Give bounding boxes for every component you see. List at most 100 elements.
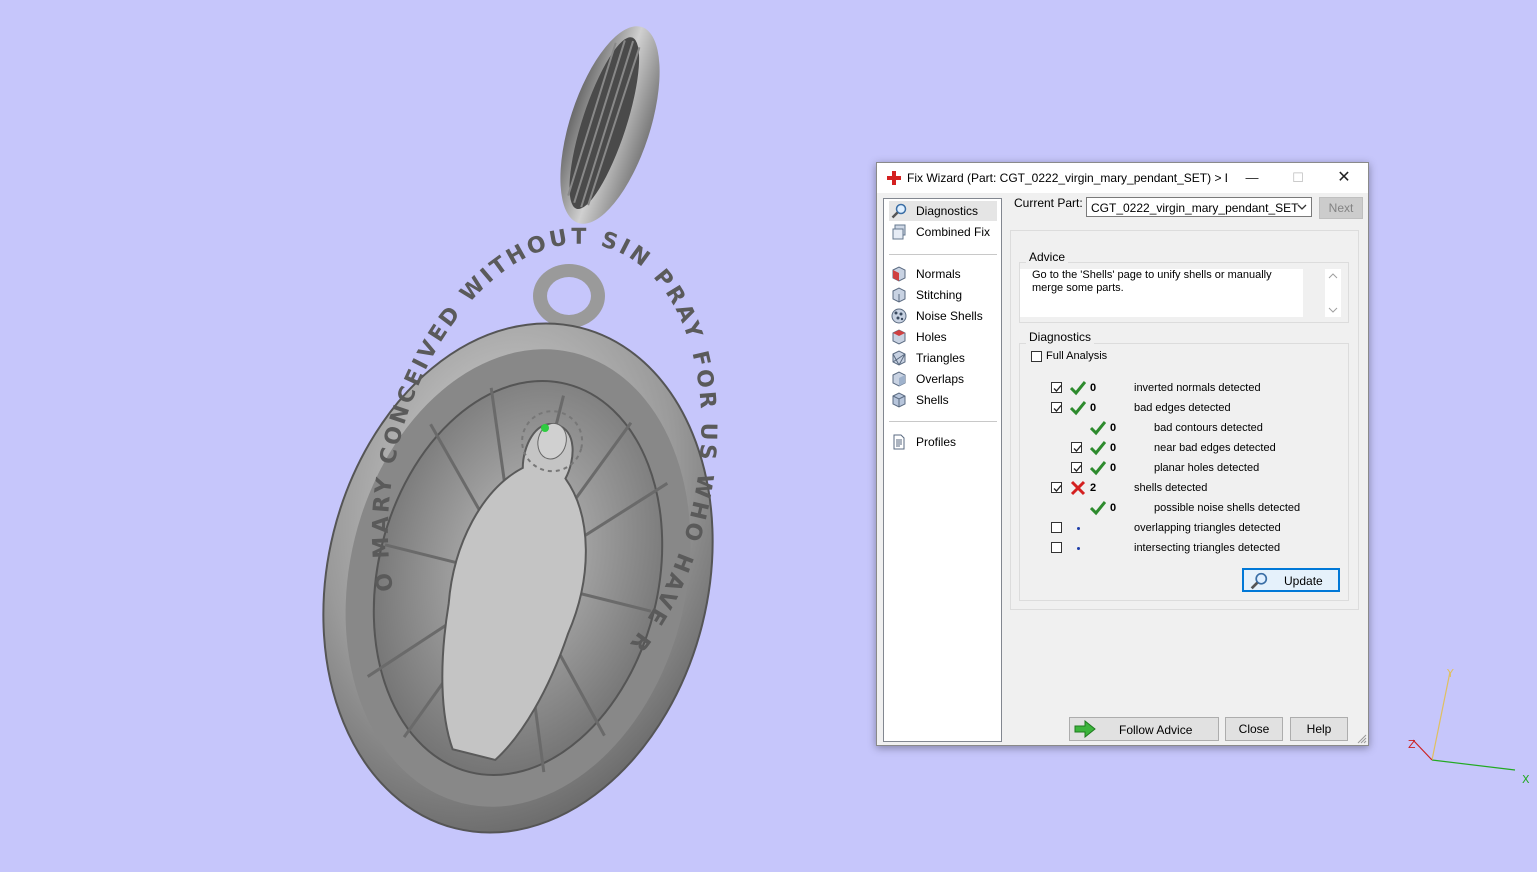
diagnostic-description: inverted normals detected [1134, 382, 1261, 394]
pendant-loop [533, 264, 605, 328]
diagnostic-checkbox[interactable] [1051, 382, 1062, 393]
nav-item-triangles[interactable]: Triangles [889, 348, 997, 368]
diagnostic-count: 0 [1110, 462, 1117, 474]
current-part-select[interactable]: CGT_0222_virgin_mary_pendant_SET [1086, 197, 1312, 217]
diagnostic-count: 0 [1110, 442, 1117, 454]
help-label: Help [1306, 722, 1332, 736]
diagnostic-description: overlapping triangles detected [1134, 522, 1281, 534]
normals-cube-icon [892, 266, 906, 282]
pendant-medal: O MARY CONCEIVED WITHOUT SIN PRAY FOR US… [0, 0, 828, 834]
diagnostic-checkbox[interactable] [1071, 442, 1082, 453]
y-axis-line [1431, 671, 1451, 761]
nav-label: Noise Shells [916, 309, 983, 323]
maximize-button[interactable]: ☐ [1275, 163, 1321, 193]
resize-grip-icon[interactable] [1356, 733, 1367, 744]
nav-item-noise-shells[interactable]: Noise Shells [889, 306, 997, 326]
close-label: Close [1238, 722, 1270, 736]
diagnostic-count: 0 [1090, 402, 1097, 414]
checkmark-icon [1053, 405, 1062, 412]
nav-item-profiles[interactable]: Profiles [889, 432, 997, 452]
nav-label: Normals [916, 267, 961, 281]
help-button[interactable]: Help [1290, 717, 1348, 741]
advice-title: Advice [1026, 250, 1069, 264]
stitching-cube-icon [892, 287, 906, 303]
diagnostic-count: 0 [1090, 382, 1097, 394]
nav-item-stitching[interactable]: Stitching [889, 285, 997, 305]
diagnostic-checkbox[interactable] [1051, 522, 1062, 533]
nav-item-overlaps[interactable]: Overlaps [889, 369, 997, 389]
title-bar[interactable]: Fix Wizard (Part: CGT_0222_virgin_mary_p… [877, 163, 1368, 193]
axes-triad: X Y Z [1408, 667, 1530, 786]
red-cross-icon [1070, 480, 1086, 496]
next-button-label: Next [1328, 201, 1354, 215]
z-axis-label: Z [1408, 738, 1416, 751]
nav-label: Overlaps [916, 372, 965, 386]
diagnostic-description: bad contours detected [1154, 422, 1263, 434]
window-title: Fix Wizard (Part: CGT_0222_virgin_mary_p… [907, 171, 1227, 185]
chevron-down-icon [1297, 204, 1307, 210]
fix-wizard-dialog: Fix Wizard (Part: CGT_0222_virgin_mary_p… [876, 162, 1369, 746]
full-analysis-label: Full Analysis [1046, 350, 1108, 362]
close-button[interactable]: Close [1225, 717, 1283, 741]
nav-label: Stitching [916, 288, 963, 302]
current-part-label: Current Part: [1014, 196, 1083, 210]
diagnostic-description: shells detected [1134, 482, 1208, 494]
checkmark-icon [1053, 485, 1062, 492]
green-check-icon [1090, 441, 1106, 456]
not-run-dot-icon [1077, 547, 1080, 550]
checkmark-icon [1073, 445, 1082, 452]
pendant-bail [560, 26, 660, 224]
checkmark-icon [1073, 465, 1082, 472]
advice-text-box: Go to the 'Shells' page to unify shells … [1020, 269, 1303, 317]
checkmark-icon [1053, 385, 1062, 392]
diagnostic-description: intersecting triangles detected [1134, 542, 1281, 554]
document-icon [893, 434, 905, 450]
diagnostic-description: possible noise shells detected [1154, 502, 1301, 514]
nav-label: Profiles [916, 435, 957, 449]
z-axis-line [1412, 739, 1433, 761]
nav-label: Diagnostics [916, 204, 979, 218]
overlaps-cube-icon [892, 371, 906, 387]
nav-item-combined-fix[interactable]: Combined Fix [889, 222, 997, 242]
x-axis-line [1431, 759, 1516, 771]
shells-cube-icon [892, 392, 906, 408]
nav-label: Shells [916, 393, 949, 407]
minimize-button[interactable]: — [1229, 163, 1275, 193]
nav-label: Combined Fix [916, 225, 991, 239]
diagnostic-checkbox[interactable] [1051, 542, 1062, 553]
nav-label: Holes [916, 330, 947, 344]
scroll-arrows-icon [1328, 273, 1338, 313]
magnifier-icon [1250, 572, 1268, 590]
holes-cube-icon [892, 329, 906, 345]
y-axis-label: Y [1446, 667, 1454, 680]
diagnostic-checkbox[interactable] [1071, 462, 1082, 473]
green-check-icon [1070, 401, 1086, 416]
green-check-icon [1090, 461, 1106, 476]
update-label: Update [1284, 574, 1323, 588]
noise-shells-icon [891, 308, 907, 324]
diagnostic-description: planar holes detected [1154, 462, 1260, 474]
green-check-icon [1090, 501, 1106, 516]
next-button[interactable]: Next [1319, 197, 1363, 219]
diagnostic-count: 2 [1090, 482, 1097, 494]
nav-item-shells[interactable]: Shells [889, 390, 997, 410]
follow-advice-label: Follow Advice [1119, 723, 1193, 737]
nav-item-diagnostics[interactable]: Diagnostics [889, 201, 997, 221]
pick-marker [541, 424, 549, 432]
diagnostic-checkbox[interactable] [1051, 482, 1062, 493]
full-analysis-checkbox[interactable] [1031, 351, 1042, 362]
nav-item-holes[interactable]: Holes [889, 327, 997, 347]
update-button[interactable]: Update [1242, 568, 1340, 592]
nav-separator [889, 254, 997, 255]
close-window-button[interactable]: ✕ [1321, 163, 1367, 193]
green-arrow-icon [1074, 720, 1096, 738]
not-run-dot-icon [1077, 527, 1080, 530]
page-navigation: Diagnostics Combined Fix Normals Stitchi… [883, 198, 1002, 742]
advice-scrollbar[interactable] [1325, 269, 1341, 317]
magnifier-icon [891, 203, 907, 219]
follow-advice-button[interactable]: Follow Advice [1069, 717, 1219, 741]
nav-item-normals[interactable]: Normals [889, 264, 997, 284]
diagnostic-description: near bad edges detected [1154, 442, 1276, 454]
x-axis-label: X [1522, 773, 1530, 786]
diagnostic-checkbox[interactable] [1051, 402, 1062, 413]
